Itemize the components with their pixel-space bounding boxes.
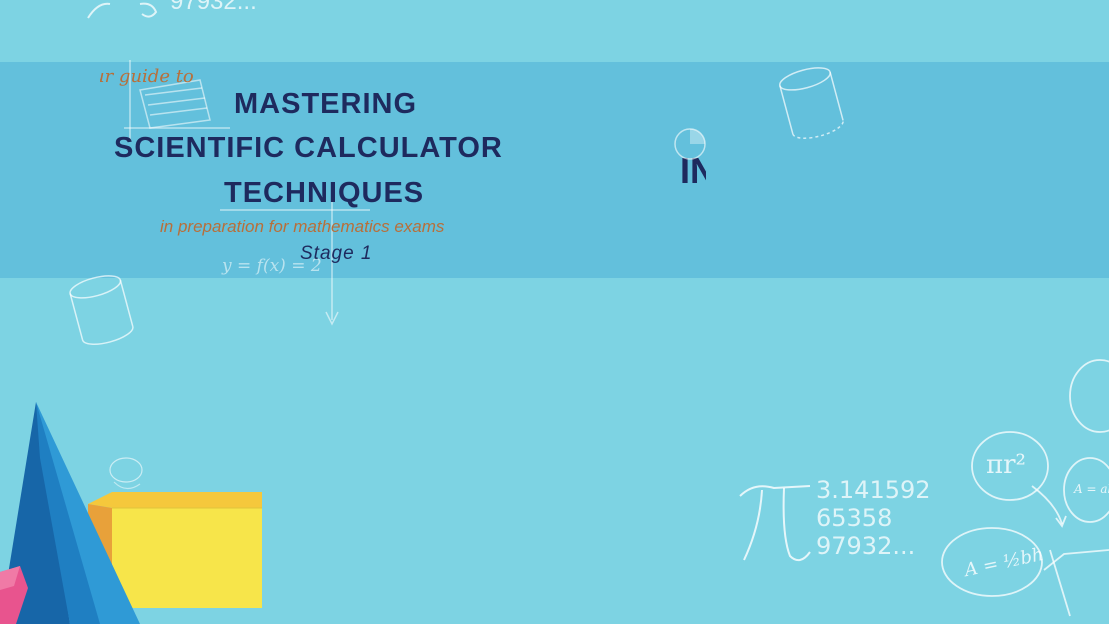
rect-area-formula: A = ab (1074, 482, 1109, 496)
title-line-3: TECHNIQUES (224, 177, 425, 209)
title-line-1: MASTERING (234, 88, 417, 120)
subtitle: in preparation for mathematics exams (160, 217, 445, 236)
pie-sketch-icon (674, 128, 706, 160)
top-doodle-icon (87, 2, 158, 19)
tagline: your guide to (100, 66, 194, 87)
stage-label: Stage 1 (300, 243, 373, 264)
title-block: your guide to MASTERING SCIENTIFIC CALCU… (100, 60, 512, 280)
top-digits-doodle: 97932... (170, 0, 257, 15)
cylinder-doodle-left (69, 275, 134, 345)
cylinder-doodle-top (779, 67, 844, 139)
title-line-2: SCIENTIFIC CALCULATOR (114, 132, 503, 164)
pi-symbol-icon (739, 485, 811, 562)
pi-digits: 3.141592 65358 97932... (816, 476, 931, 560)
pi-r-squared-formula: πr² (986, 450, 1026, 480)
pink-shape-icon (0, 566, 28, 624)
